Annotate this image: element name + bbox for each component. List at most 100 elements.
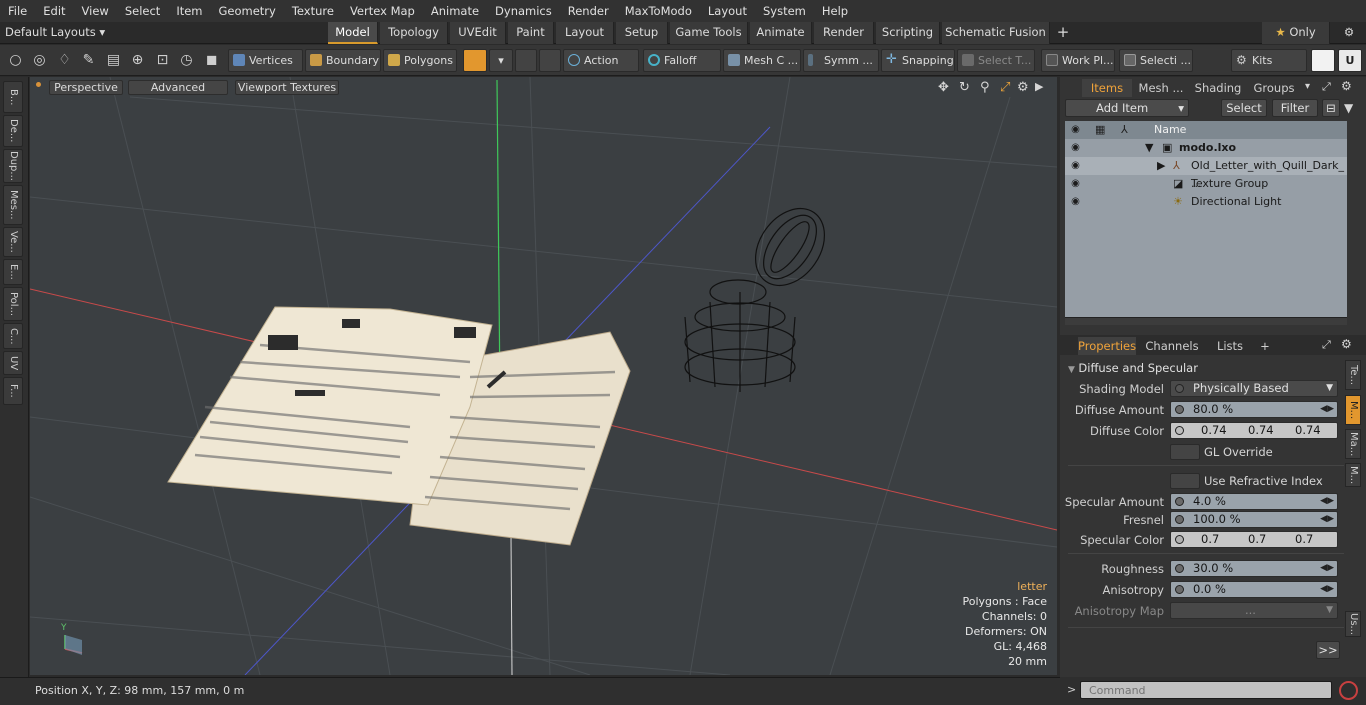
default-layouts-dropdown[interactable]: Default Layouts ▾	[5, 25, 105, 39]
diffuse-amount-field[interactable]: 80.0 % ◀▶	[1170, 401, 1338, 418]
align-icon[interactable]: ▤	[104, 51, 123, 70]
keyframe-dot-icon[interactable]	[1175, 585, 1184, 594]
item-row-texture-group[interactable]: ◉ ◪ Texture Group	[1065, 175, 1347, 193]
keyframe-dot-icon[interactable]	[1175, 405, 1184, 414]
menu-maxtomodo[interactable]: MaxToModo	[617, 4, 700, 18]
perspective-button[interactable]: Perspective	[49, 80, 123, 95]
tab-scripting[interactable]: Scripting	[876, 22, 940, 44]
expand-arrow-icon[interactable]: ▼	[1145, 139, 1153, 157]
menu-select[interactable]: Select	[117, 4, 168, 18]
tab-groups[interactable]: Groups	[1248, 79, 1300, 97]
mesh-constraint-button[interactable]: Mesh C ...	[723, 49, 801, 72]
cube-icon[interactable]: ◼	[202, 51, 221, 70]
diffuse-color-field[interactable]: 0.74 0.74 0.74	[1170, 422, 1338, 439]
tab-topology[interactable]: Topology	[380, 22, 448, 44]
collapse-icon[interactable]: ⊟	[1322, 99, 1340, 117]
symmetry-button[interactable]: Symm ...	[803, 49, 879, 72]
slider-arrows-icon[interactable]: ◀▶	[1320, 402, 1334, 417]
tool-mesh-edit[interactable]: Mes...	[3, 185, 23, 225]
unreal-icon[interactable]: U	[1338, 49, 1362, 72]
more-button[interactable]: >>	[1316, 641, 1340, 659]
advanced-button[interactable]: Advanced	[128, 80, 228, 95]
anisotropy-map-select[interactable]: ... ▼	[1170, 602, 1338, 619]
brush-icon[interactable]: ✎	[79, 51, 98, 70]
tab-shading[interactable]: Shading	[1190, 79, 1246, 97]
tool-basic[interactable]: B...	[3, 81, 23, 113]
tool-polygon[interactable]: Pol...	[3, 287, 23, 321]
menu-item[interactable]: Item	[168, 4, 210, 18]
3d-viewport[interactable]: Y Perspective Advanced Viewport Textures…	[30, 77, 1057, 675]
item-row-mesh[interactable]: ◉ ▶ ⅄ Old_Letter_with_Quill_Dark_ ...	[1065, 157, 1347, 190]
menu-geometry[interactable]: Geometry	[211, 4, 284, 18]
slider-arrows-icon[interactable]: ◀▶	[1320, 512, 1334, 527]
expand-panel-icon[interactable]: ⤢	[1322, 80, 1331, 94]
viewport-menu-arrow-icon[interactable]: ▶	[1035, 80, 1043, 93]
tool-uv[interactable]: UV	[3, 351, 23, 375]
add-tab-button[interactable]: +	[1052, 22, 1074, 44]
tool-vertex[interactable]: Ve...	[3, 227, 23, 257]
tab-channels[interactable]: Channels	[1144, 337, 1200, 355]
tab-paint[interactable]: Paint	[508, 22, 554, 44]
rotate-view-icon[interactable]: ↻	[959, 80, 970, 95]
maximize-view-icon[interactable]: ⤢	[1000, 80, 1010, 95]
tab-animate[interactable]: Animate	[750, 22, 812, 44]
slider-arrows-icon[interactable]: ◀▶	[1320, 582, 1334, 597]
slider-arrows-icon[interactable]: ◀▶	[1320, 494, 1334, 509]
circle-select-icon[interactable]: ○	[6, 51, 25, 70]
selection-sets-button[interactable]: Selecti ...	[1119, 49, 1193, 72]
vertices-button[interactable]: Vertices	[228, 49, 303, 72]
menu-texture[interactable]: Texture	[284, 4, 342, 18]
menu-layout[interactable]: Layout	[700, 4, 755, 18]
gl-override-checkbox[interactable]	[1170, 444, 1200, 460]
tab-lists[interactable]: Lists	[1208, 337, 1252, 355]
viewport-textures-button[interactable]: Viewport Textures	[235, 80, 339, 95]
item-row-directional-light[interactable]: ◉ ☀ Directional Light	[1065, 193, 1347, 211]
work-plane-button[interactable]: Work Pl...	[1041, 49, 1115, 72]
falloff-button[interactable]: Falloff	[643, 49, 721, 72]
eye-icon[interactable]: ◉	[1069, 178, 1082, 189]
globe-icon[interactable]: ◎	[30, 51, 49, 70]
menu-animate[interactable]: Animate	[423, 4, 487, 18]
color-dot-icon[interactable]	[1175, 535, 1184, 544]
tab-schematic-fusion[interactable]: Schematic Fusion	[942, 22, 1050, 44]
side-tab-texture[interactable]: Te...	[1345, 360, 1361, 390]
tab-model[interactable]: Model	[328, 22, 378, 44]
tool-duplicate[interactable]: Dup...	[3, 149, 23, 183]
timer-icon[interactable]: ◷	[177, 51, 196, 70]
chevron-down-icon[interactable]: ▾	[489, 49, 513, 72]
tool-curve[interactable]: C...	[3, 323, 23, 349]
slider-arrows-icon[interactable]: ◀▶	[1320, 561, 1334, 576]
filter-button[interactable]: Filter	[1272, 99, 1318, 117]
record-icon[interactable]	[1339, 681, 1358, 700]
shield-alt-icon[interactable]	[539, 49, 561, 72]
eye-icon[interactable]: ◉	[1069, 142, 1082, 153]
menu-help[interactable]: Help	[814, 4, 856, 18]
add-properties-tab-button[interactable]: +	[1256, 337, 1274, 355]
section-diffuse-specular[interactable]: ▼ Diffuse and Specular	[1068, 361, 1344, 377]
polygons-button[interactable]: Polygons	[383, 49, 457, 72]
roughness-field[interactable]: 30.0 % ◀▶	[1170, 560, 1338, 577]
command-input[interactable]	[1080, 681, 1332, 699]
move-view-icon[interactable]: ✥	[938, 80, 949, 95]
properties-gear-icon[interactable]: ⚙	[1341, 337, 1352, 351]
menu-dynamics[interactable]: Dynamics	[487, 4, 560, 18]
menu-system[interactable]: System	[755, 4, 814, 18]
tab-setup[interactable]: Setup	[616, 22, 668, 44]
eye-icon[interactable]: ◉	[1069, 196, 1082, 207]
anisotropy-field[interactable]: 0.0 % ◀▶	[1170, 581, 1338, 598]
collapsed-arrow-icon[interactable]: ▶	[1157, 157, 1165, 175]
material-mode-button[interactable]	[463, 49, 487, 72]
select-button[interactable]: Select	[1221, 99, 1267, 117]
add-item-button[interactable]: Add Item ▾	[1065, 99, 1189, 117]
item-list-scrollbar[interactable]	[1065, 317, 1347, 325]
tool-edge[interactable]: E...	[3, 259, 23, 285]
refractive-checkbox[interactable]	[1170, 473, 1200, 489]
specular-amount-field[interactable]: 4.0 % ◀▶	[1170, 493, 1338, 510]
action-center-button[interactable]: Action	[563, 49, 639, 72]
snap-grid-icon[interactable]: ⊡	[153, 51, 172, 70]
items-gear-icon[interactable]: ⚙	[1341, 79, 1352, 93]
side-tab-ma[interactable]: Ma...	[1345, 429, 1361, 459]
tab-game-tools[interactable]: Game Tools	[670, 22, 748, 44]
kits-button[interactable]: ⚙ Kits	[1231, 49, 1307, 72]
side-tab-material[interactable]: M...	[1345, 395, 1361, 425]
